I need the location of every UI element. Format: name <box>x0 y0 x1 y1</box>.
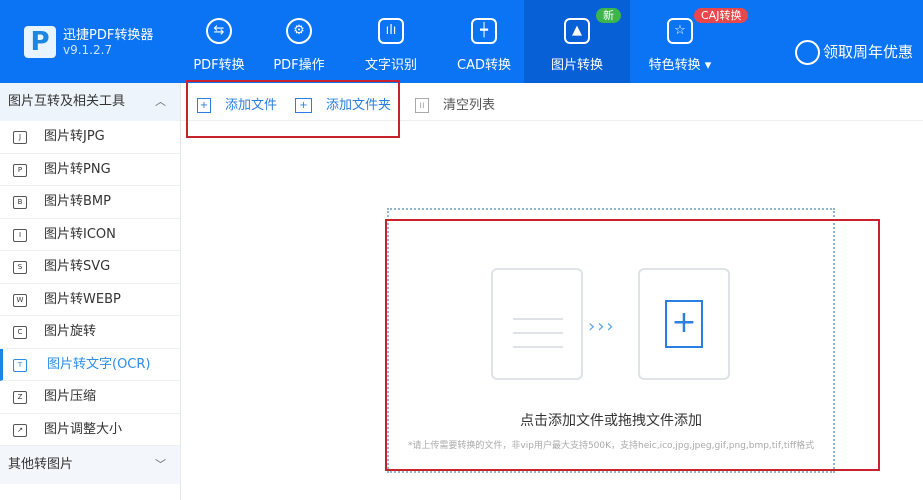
sidebar-item-label: 图片转JPG <box>44 129 105 144</box>
clear-list-button[interactable]: ıı 清空列表 <box>415 94 495 113</box>
sidebar-item[interactable]: W 图片转WEBP <box>0 284 180 316</box>
image-format-icon: T <box>13 358 27 372</box>
sidebar-item[interactable]: Z 图片压缩 <box>0 381 180 414</box>
highlight-toolbar <box>186 80 400 138</box>
nav-cad[interactable]: ┿ CAD转换 <box>431 0 537 83</box>
nav-pdf-operate[interactable]: ⚙ PDF操作 <box>246 0 352 83</box>
image-format-icon: W <box>13 293 27 307</box>
image-format-icon: C <box>13 326 27 339</box>
sidebar-section-image-tools[interactable]: 图片互转及相关工具 ︿ <box>0 83 180 121</box>
sidebar-item[interactable]: I 图片转ICON <box>0 219 180 251</box>
top-bar: P 迅捷PDF转换器 v9.1.2.7 ⇆ PDF转换 ⚙ PDF操作 ılı 文字识… <box>0 0 923 83</box>
sidebar-item[interactable]: J 图片转JPG <box>0 121 180 154</box>
sidebar-item[interactable]: T 图片转文字(OCR) <box>0 348 180 381</box>
sidebar: 图片互转及相关工具 ︿ J 图片转JPG P 图片转PNG B 图片转BMP I 图片转ICON… <box>0 83 181 500</box>
star-swap-icon: ☆ <box>667 18 693 44</box>
sidebar-item-label: 图片转ICON <box>44 226 116 242</box>
highlight-drop-zone <box>385 219 880 471</box>
sidebar-item-label: 图片转文字(OCR) <box>47 356 151 372</box>
sidebar-item-label: 图片调整大小 <box>44 421 123 437</box>
image-icon: ▲ <box>564 18 590 44</box>
sidebar-item-label: 图片转WEBP <box>44 291 121 307</box>
convert-icon: ⇆ <box>206 18 232 44</box>
waveform-icon: ılı <box>378 18 404 44</box>
chevron-up-icon: ︿ <box>155 95 166 108</box>
sidebar-item[interactable]: B 图片转BMP <box>0 186 180 219</box>
sidebar-item-label: 图片转SVG <box>44 259 111 274</box>
cad-icon: ┿ <box>471 18 497 44</box>
new-badge: 新 <box>596 8 621 23</box>
sidebar-item[interactable]: S 图片转SVG <box>0 251 180 284</box>
image-format-icon: P <box>13 163 27 177</box>
sidebar-item[interactable]: P 图片转PNG <box>0 154 180 186</box>
sidebar-item-label: 图片转PNG <box>44 161 111 177</box>
nav-ocr[interactable]: ılı 文字识别 <box>338 0 444 83</box>
image-format-icon: ↗ <box>13 423 27 437</box>
sidebar-item-label: 图片旋转 <box>44 324 97 339</box>
trash-icon: ıı <box>415 98 429 113</box>
image-format-icon: Z <box>13 391 27 404</box>
gear-icon: ⚙ <box>286 18 312 44</box>
caj-badge: CAJ转换 <box>694 8 749 23</box>
promo-link[interactable]: 领取周年优惠 <box>795 40 913 65</box>
user-icon <box>795 40 820 65</box>
sidebar-item[interactable]: C 图片旋转 <box>0 316 180 349</box>
sidebar-item-label: 图片转BMP <box>44 194 111 209</box>
image-format-icon: I <box>13 228 27 242</box>
sidebar-item-label: 图片压缩 <box>44 389 97 404</box>
image-format-icon: B <box>13 196 27 209</box>
app-logo: P <box>24 26 56 58</box>
app-name: 迅捷PDF转换器 <box>63 28 154 43</box>
sidebar-item[interactable]: ↗ 图片调整大小 <box>0 414 180 446</box>
app-version: v9.1.2.7 <box>63 43 113 57</box>
image-format-icon: J <box>13 131 27 144</box>
image-format-icon: S <box>13 261 27 274</box>
sidebar-section-other[interactable]: 其他转图片 ﹀ <box>0 446 180 484</box>
chevron-down-icon: ﹀ <box>155 458 166 471</box>
